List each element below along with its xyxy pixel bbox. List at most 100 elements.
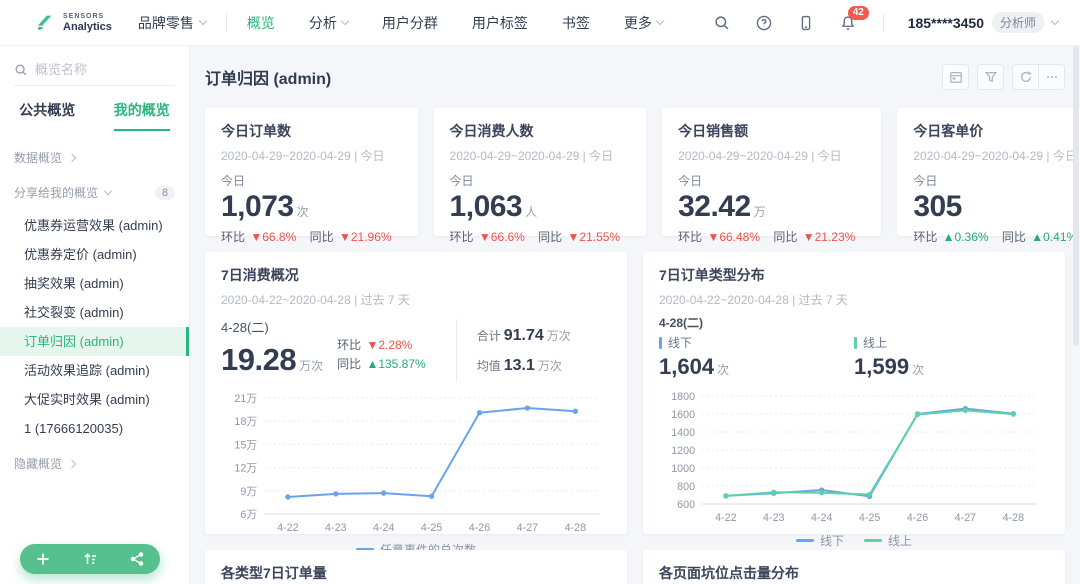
nav-more[interactable]: 更多: [624, 13, 665, 33]
latest-value: 19.28: [221, 342, 297, 378]
divider: [455, 319, 457, 382]
top-navigation-bar: SENSORS Analytics 品牌零售 概览 分析 用户分群 用户标签 书…: [0, 0, 1080, 46]
svg-text:4-24: 4-24: [373, 522, 394, 534]
legend-item[interactable]: 线下: [795, 532, 844, 549]
online-stat: 线上 1,599 次: [854, 334, 1049, 380]
project-selector[interactable]: 品牌零售: [137, 13, 208, 33]
kpi-period-label: 今日: [449, 174, 474, 188]
chevron-right-icon: [67, 153, 77, 162]
app-window: SENSORS Analytics 品牌零售 概览 分析 用户分群 用户标签 书…: [0, 0, 1080, 584]
scrollbar-thumb[interactable]: [1073, 46, 1079, 346]
kpi-value: 32.42: [678, 190, 751, 223]
search-icon[interactable]: [713, 14, 731, 32]
legend-item[interactable]: 线上: [864, 532, 912, 549]
avg-unit: 万次: [537, 359, 562, 374]
vertical-scrollbar[interactable]: [1073, 46, 1079, 584]
more-options-button[interactable]: [1038, 64, 1065, 90]
total-value: 91.74: [503, 327, 544, 344]
chevron-right-icon: [67, 459, 77, 468]
yoy-value: ▼21.23%: [802, 230, 856, 244]
nav-analysis[interactable]: 分析: [309, 13, 350, 33]
page-slot-clicks-card: 各页面坑位点击量分布 2020-04-22~2020-04-28 | 过去 7 …: [643, 550, 1065, 584]
help-icon[interactable]: [755, 14, 773, 32]
tab-public-overview[interactable]: 公共概览: [0, 100, 95, 131]
kpi-date-range: 2020-04-29~2020-04-29 | 今日: [449, 149, 614, 163]
chevron-down-icon: [103, 186, 113, 196]
overview-search-input[interactable]: [35, 62, 155, 77]
nav-overview[interactable]: 概览: [247, 13, 275, 33]
chart-card-title: 7日订单类型分布: [659, 267, 765, 283]
svg-text:4-22: 4-22: [277, 522, 298, 534]
add-overview-button[interactable]: [35, 551, 51, 567]
date-range-button[interactable]: [942, 64, 969, 90]
mom-value: ▼66.48%: [707, 230, 761, 244]
sidebar-item-coupon-pricing[interactable]: 优惠券定价 (admin): [0, 240, 189, 269]
chevron-down-icon: [1050, 16, 1060, 26]
svg-text:600: 600: [677, 499, 695, 511]
consumption-line-chart[interactable]: 6万 9万 12万 15万 18万 21万 4-22 4-23 4-24 4-25 4-26 4-27…: [221, 390, 611, 538]
section-shared-overview[interactable]: 分享给我的概览 8: [0, 184, 189, 201]
series-unit: 次: [717, 363, 730, 377]
yoy-label: 同比: [538, 230, 563, 244]
kpi-card-orders: 今日订单数 2020-04-29~2020-04-29 | 今日 今日 1,07…: [205, 108, 418, 244]
svg-text:4-26: 4-26: [907, 512, 928, 524]
sensors-analytics-logo[interactable]: SENSORS Analytics: [34, 12, 112, 34]
refresh-icon: [1020, 71, 1031, 83]
avg-value: 13.1: [503, 357, 535, 375]
user-menu[interactable]: 185****3450 分析师: [907, 12, 1060, 33]
chevron-down-icon: [340, 16, 350, 26]
mobile-icon[interactable]: [797, 14, 815, 32]
topbar-right: 42 185****3450 分析师: [713, 5, 1060, 33]
kpi-card-consumers: 今日消费人数 2020-04-29~2020-04-29 | 今日 今日 1,0…: [433, 108, 647, 244]
filter-button[interactable]: [977, 64, 1004, 90]
svg-text:6万: 6万: [240, 509, 257, 521]
sidebar-item-promo-realtime[interactable]: 大促实时效果 (admin): [0, 385, 189, 414]
yoy-label: 同比: [773, 230, 798, 244]
nav-user-tags[interactable]: 用户标签: [472, 13, 528, 33]
latest-day-label: 4-28(二): [221, 320, 269, 335]
share-button[interactable]: [129, 551, 145, 567]
svg-text:4-26: 4-26: [469, 522, 490, 534]
hidden-overview-link[interactable]: 隐藏概览: [0, 455, 189, 472]
section-data-overview[interactable]: 数据概览: [0, 149, 189, 166]
consumption-overview-card: 7日消费概况 2020-04-22~2020-04-28 | 过去 7 天 4-…: [205, 252, 627, 557]
project-name: 品牌零售: [137, 14, 194, 31]
svg-text:4-25: 4-25: [421, 522, 442, 534]
ellipsis-icon: [1046, 75, 1057, 79]
sidebar-item-lottery[interactable]: 抽奖效果 (admin): [0, 269, 189, 298]
svg-text:18万: 18万: [234, 416, 257, 428]
sidebar-search: [14, 62, 175, 86]
sort-order-button[interactable]: [82, 551, 98, 567]
svg-text:4-24: 4-24: [811, 512, 832, 524]
sidebar-item-numbered[interactable]: 1 (17666120035): [0, 414, 189, 443]
kpi-title: 今日客单价: [913, 123, 984, 139]
kpi-row: 今日订单数 2020-04-29~2020-04-29 | 今日 今日 1,07…: [205, 108, 1080, 244]
mom-label: 环比: [449, 230, 474, 244]
series-value: 1,599: [854, 354, 910, 379]
yoy-value: ▲135.87%: [366, 356, 426, 371]
order-volume-by-type-card: 各类型7日订单量 2020-04-22~2020-04-28 | 过去 7 天: [205, 550, 627, 584]
refresh-button[interactable]: [1012, 64, 1039, 90]
kpi-value: 1,063: [449, 190, 523, 223]
sidebar-item-order-attribution[interactable]: 订单归因 (admin): [0, 327, 189, 356]
avg-label: 均值: [476, 359, 501, 374]
sidebar-action-bar: [20, 544, 160, 574]
order-type-line-chart[interactable]: 600 800 1000 1200 1400 1600 1800 4-22 4-23 4-24 4-…: [659, 388, 1049, 528]
sidebar-item-social[interactable]: 社交裂变 (admin): [0, 298, 189, 327]
series-value: 1,604: [659, 354, 715, 379]
legend-swatch: [795, 538, 814, 542]
tab-my-overview[interactable]: 我的概览: [95, 100, 190, 131]
sidebar-item-coupon-effect[interactable]: 优惠券运营效果 (admin): [0, 211, 189, 240]
mom-value: ▼2.28%: [366, 338, 413, 352]
nav-bookmarks[interactable]: 书签: [562, 13, 590, 33]
sidebar-item-campaign-tracking[interactable]: 活动效果追踪 (admin): [0, 356, 189, 385]
notifications-bell-icon[interactable]: 42: [839, 5, 869, 32]
total-unit: 万次: [546, 329, 571, 343]
mom-value: ▼66.6%: [478, 230, 525, 244]
kpi-date-range: 2020-04-29~2020-04-29 | 今日: [678, 149, 842, 163]
user-phone: 185****3450: [907, 14, 984, 31]
divider: [882, 13, 884, 32]
kpi-card-avg-order-value: 今日客单价 2020-04-29~2020-04-29 | 今日 今日 305 …: [897, 108, 1080, 244]
nav-user-segments[interactable]: 用户分群: [382, 13, 438, 33]
series-name: 线上: [863, 336, 888, 350]
